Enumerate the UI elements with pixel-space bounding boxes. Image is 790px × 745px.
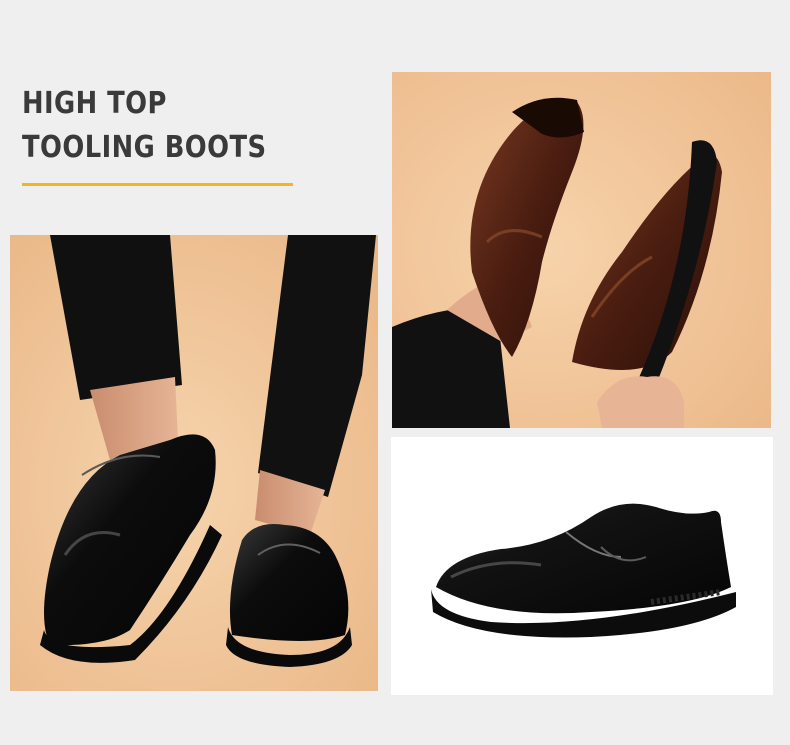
photo-worn-black-loafers [10, 235, 378, 691]
headline: HIGH TOP TOOLING BOOTS [22, 82, 306, 170]
photo-brown-loafer-in-hand [392, 72, 771, 428]
headline-underline [22, 183, 293, 186]
headline-line-1: HIGH TOP [22, 86, 167, 121]
photo-black-loafer-product [391, 437, 773, 695]
headline-line-2: TOOLING BOOTS [22, 130, 267, 165]
